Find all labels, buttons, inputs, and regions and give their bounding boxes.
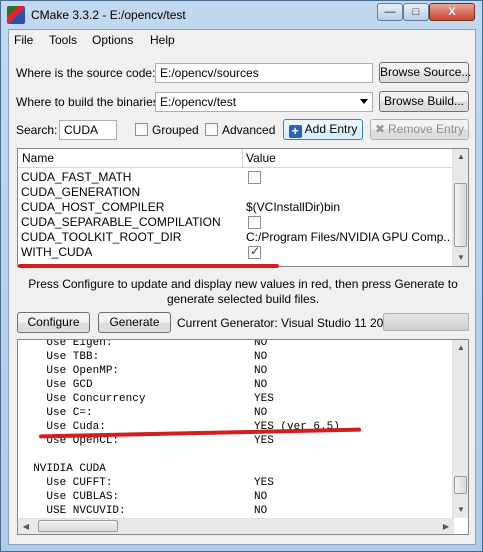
remove-entry-button[interactable]: ✖ Remove Entry: [370, 119, 469, 140]
browse-source-button[interactable]: Browse Source...: [379, 62, 471, 83]
table-row[interactable]: CUDA_SEPARABLE_COMPILATION: [18, 215, 454, 230]
menu-options[interactable]: Options: [92, 33, 133, 47]
scroll-down-arrow-icon[interactable]: ▼: [453, 502, 468, 518]
table-row[interactable]: WITH_CUDA: [18, 244, 454, 260]
generate-button[interactable]: Generate: [98, 312, 171, 333]
output-line: Use CUBLAS:: [20, 491, 120, 503]
variable-value[interactable]: C:/Program Files/NVIDIA GPU Comp...: [246, 230, 451, 245]
cmake-app-icon: [7, 6, 25, 24]
variable-name: CUDA_GENERATION: [21, 185, 141, 199]
table-vertical-scrollbar[interactable]: ▲ ▼: [452, 149, 468, 266]
table-row[interactable]: CUDA_TOOLKIT_ROOT_DIR C:/Program Files/NV…: [18, 230, 454, 245]
output-line: Use Cuda:: [20, 421, 106, 433]
cache-variables-table: Name Value CUDA_FAST_MATH CUDA_GENERATION…: [17, 148, 469, 267]
column-divider[interactable]: [242, 149, 243, 168]
horizontal-scroll-thumb[interactable]: [38, 520, 118, 532]
table-header: Name Value: [18, 149, 454, 168]
table-row[interactable]: CUDA_GENERATION: [18, 185, 454, 200]
red-underline-annotation: [18, 264, 279, 268]
variable-name: WITH_CUDA: [21, 245, 93, 259]
scroll-down-arrow-icon[interactable]: ▼: [453, 250, 468, 266]
output-line: Use TBB:: [20, 351, 100, 363]
add-entry-label: Add Entry: [304, 122, 358, 136]
menu-help[interactable]: Help: [150, 33, 175, 47]
menu-tools[interactable]: Tools: [49, 33, 77, 47]
build-path-value: E:/opencv/test: [160, 95, 237, 109]
output-value: NO: [254, 407, 268, 419]
variable-value[interactable]: $(VCInstallDir)bin: [246, 200, 451, 215]
scroll-left-arrow-icon[interactable]: ◀: [18, 519, 34, 534]
output-value: YES: [254, 477, 274, 489]
output-line: Use OpenMP:: [20, 365, 120, 377]
output-value: NO: [254, 505, 268, 517]
value-checkbox[interactable]: [248, 216, 261, 229]
column-header-name[interactable]: Name: [22, 151, 54, 165]
plus-icon: +: [288, 125, 302, 138]
output-value: NO: [254, 351, 268, 363]
grouped-label: Grouped: [152, 123, 199, 137]
menu-bar: File Tools Options Help: [9, 30, 475, 50]
minimize-button[interactable]: —: [377, 3, 403, 21]
variable-name: CUDA_HOST_COMPILER: [21, 200, 165, 214]
output-value: YES: [254, 393, 274, 405]
table-row[interactable]: CUDA_FAST_MATH: [18, 170, 454, 185]
search-label: Search:: [16, 123, 58, 137]
progress-bar: [383, 313, 469, 331]
grouped-checkbox[interactable]: [135, 123, 148, 136]
scroll-up-arrow-icon[interactable]: ▲: [453, 340, 468, 356]
column-header-value[interactable]: Value: [246, 151, 276, 165]
value-checkbox[interactable]: [248, 171, 261, 184]
build-path-combobox[interactable]: E:/opencv/test: [155, 92, 373, 112]
configure-hint-text: Press Configure to update and display ne…: [28, 277, 458, 306]
source-path-input[interactable]: E:/opencv/sources: [155, 63, 373, 83]
value-checkbox[interactable]: [248, 244, 261, 259]
remove-entry-label: Remove Entry: [388, 122, 465, 136]
output-line: USE NVCUVID:: [20, 505, 126, 517]
output-line: NVIDIA CUDA: [20, 463, 106, 475]
output-line: Use Concurrency: [20, 393, 146, 405]
cmake-window: CMake 3.3.2 - E:/opencv/test — □ X File …: [0, 0, 483, 552]
client-area: File Tools Options Help Where is the sou…: [8, 29, 476, 545]
table-row[interactable]: CUDA_HOST_COMPILER $(VCInstallDir)bin: [18, 200, 454, 215]
scroll-thumb[interactable]: [454, 476, 467, 494]
close-button[interactable]: X: [429, 3, 475, 21]
output-value: YES: [254, 435, 274, 447]
title-bar[interactable]: CMake 3.3.2 - E:/opencv/test — □ X: [1, 1, 482, 29]
x-icon: ✖: [374, 122, 386, 136]
variable-name: CUDA_SEPARABLE_COMPILATION: [21, 215, 221, 229]
output-value: NO: [254, 491, 268, 503]
output-vertical-scrollbar[interactable]: ▲ ▼: [452, 340, 468, 518]
output-value: NO: [254, 365, 268, 377]
scroll-right-arrow-icon[interactable]: ▶: [438, 519, 454, 534]
output-horizontal-scrollbar[interactable]: ◀ ▶: [18, 518, 454, 534]
output-line: Use Eigen:: [20, 339, 113, 349]
advanced-checkbox[interactable]: [205, 123, 218, 136]
variable-name: CUDA_FAST_MATH: [21, 170, 132, 184]
chevron-down-icon[interactable]: [360, 99, 368, 104]
scroll-up-arrow-icon[interactable]: ▲: [453, 149, 468, 165]
window-title: CMake 3.3.2 - E:/opencv/test: [31, 8, 186, 22]
output-line: Use GCD: [20, 379, 93, 391]
output-value: NO: [254, 379, 268, 391]
maximize-button[interactable]: □: [403, 3, 429, 21]
source-label: Where is the source code:: [16, 66, 156, 80]
current-generator-label: Current Generator: Visual Studio 11 2012: [177, 316, 397, 330]
menu-file[interactable]: File: [14, 33, 33, 47]
advanced-label: Advanced: [222, 123, 276, 137]
search-input[interactable]: CUDA: [59, 120, 117, 140]
output-value: NO: [254, 339, 268, 349]
browse-build-button[interactable]: Browse Build...: [379, 91, 469, 112]
configure-button[interactable]: Configure: [17, 312, 90, 333]
variable-name: CUDA_TOOLKIT_ROOT_DIR: [21, 230, 182, 244]
scroll-thumb[interactable]: [454, 183, 467, 247]
build-label: Where to build the binaries:: [16, 95, 163, 109]
output-line: Use CUFFT:: [20, 477, 113, 489]
add-entry-button[interactable]: + Add Entry: [283, 119, 363, 140]
output-line: Use C=:: [20, 407, 93, 419]
